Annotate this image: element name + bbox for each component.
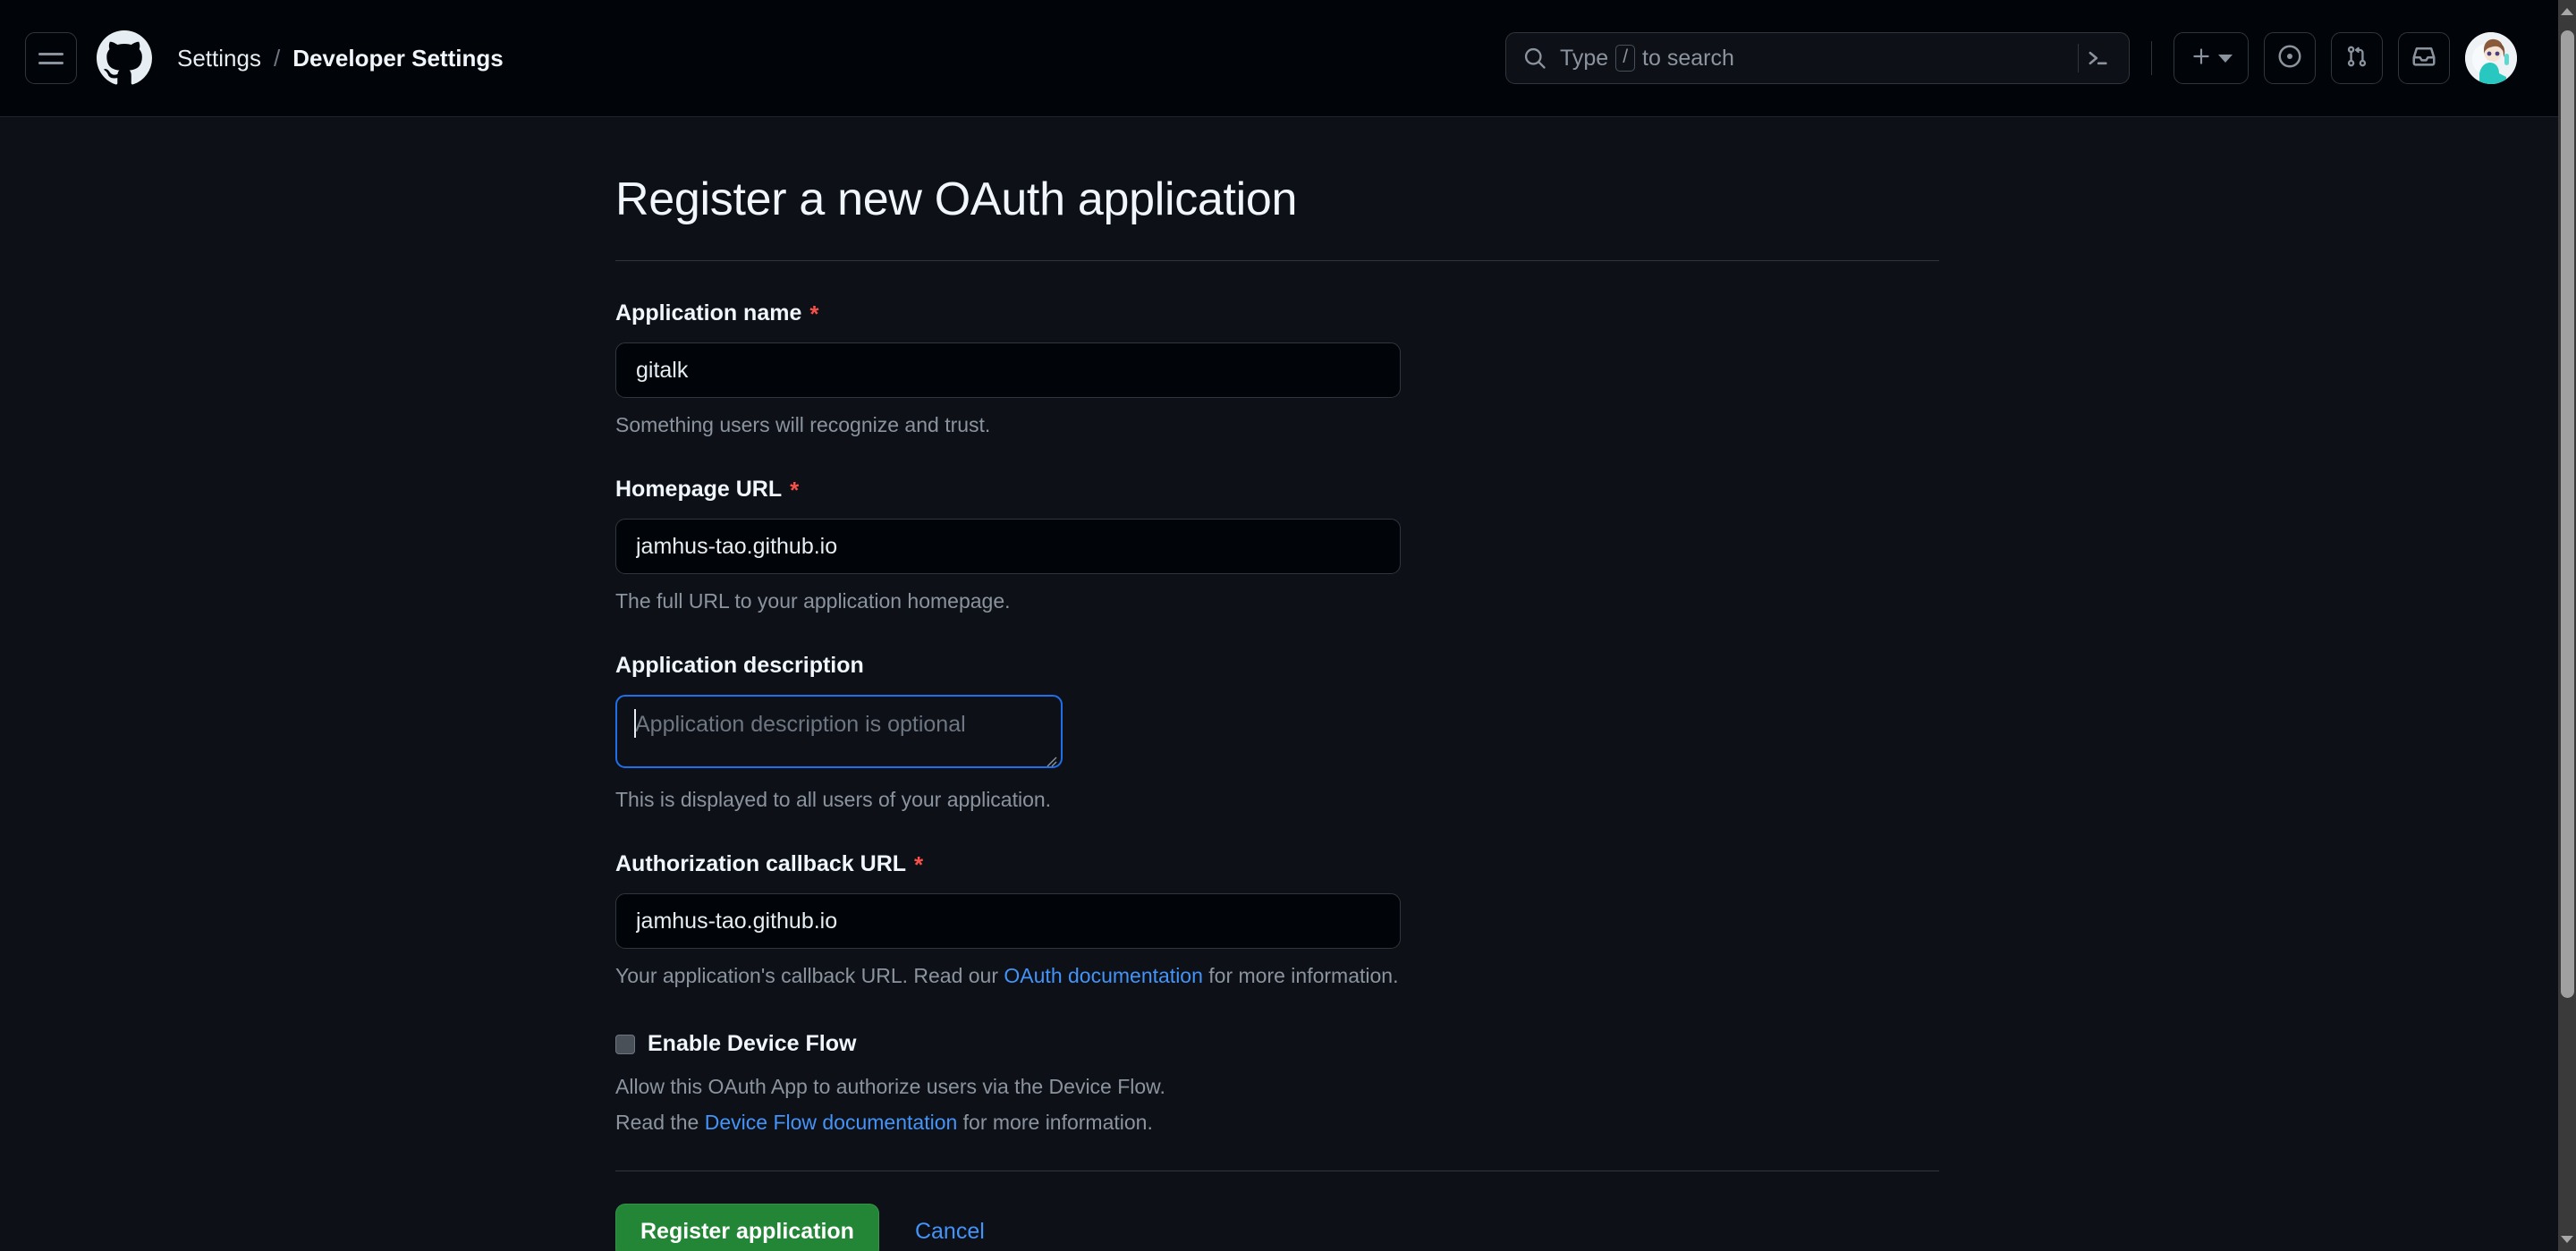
application-name-hint: Something users will recognize and trust… bbox=[615, 413, 991, 436]
callback-url-label-text: Authorization callback URL bbox=[615, 851, 907, 876]
application-name-label: Application name * bbox=[615, 300, 1939, 326]
form-container: Register a new OAuth application Applica… bbox=[615, 117, 1939, 1251]
homepage-url-hint: The full URL to your application homepag… bbox=[615, 589, 1011, 613]
application-description-hint: This is displayed to all users of your a… bbox=[615, 788, 1052, 811]
hamburger-menu-icon[interactable] bbox=[25, 32, 77, 84]
search-placeholder-prefix: Type bbox=[1560, 45, 1609, 71]
callback-url-label: Authorization callback URL * bbox=[615, 851, 1939, 877]
homepage-url-label: Homepage URL * bbox=[615, 477, 1939, 503]
breadcrumb-separator: / bbox=[273, 44, 281, 72]
header-divider bbox=[2151, 41, 2152, 75]
breadcrumb: Settings / Developer Settings bbox=[177, 45, 504, 72]
device-flow-hint-before: Read the bbox=[615, 1111, 705, 1134]
git-pull-request-icon bbox=[2344, 44, 2369, 73]
callback-url-hint-before: Your application's callback URL. Read ou… bbox=[615, 964, 1004, 987]
notifications-button[interactable] bbox=[2398, 32, 2450, 84]
homepage-url-input[interactable] bbox=[615, 519, 1401, 574]
application-description-wrapper bbox=[615, 695, 1063, 773]
global-header: Settings / Developer Settings Type / to … bbox=[0, 0, 2558, 117]
callback-url-hint: Your application's callback URL. Read ou… bbox=[615, 964, 1939, 988]
text-cursor bbox=[634, 709, 636, 738]
scroll-down-arrow-icon[interactable] bbox=[2558, 1230, 2576, 1248]
application-name-label-text: Application name bbox=[615, 300, 802, 325]
oauth-documentation-link[interactable]: OAuth documentation bbox=[1004, 964, 1202, 987]
field-application-name: Application name * Something users will … bbox=[615, 300, 1939, 437]
search-input[interactable]: Type / to search bbox=[1505, 32, 2130, 84]
avatar[interactable] bbox=[2465, 32, 2517, 84]
form-actions: Register application Cancel bbox=[615, 1204, 1939, 1251]
field-callback-url: Authorization callback URL * Your applic… bbox=[615, 851, 1939, 988]
cancel-link[interactable]: Cancel bbox=[906, 1219, 994, 1245]
issues-button[interactable] bbox=[2264, 32, 2316, 84]
header-right-group: Type / to search bbox=[1505, 32, 2558, 84]
command-palette-icon[interactable] bbox=[2079, 46, 2116, 71]
field-application-description: Application description This is displaye… bbox=[615, 653, 1939, 812]
page-title: Register a new OAuth application bbox=[615, 173, 1298, 225]
breadcrumb-current-page: Developer Settings bbox=[292, 44, 504, 72]
required-asterisk: * bbox=[790, 476, 800, 503]
device-flow-hint-after: for more information. bbox=[957, 1111, 1153, 1134]
homepage-url-label-text: Homepage URL bbox=[615, 477, 783, 502]
enable-device-flow-checkbox[interactable] bbox=[615, 1034, 635, 1054]
required-asterisk: * bbox=[914, 850, 924, 878]
issue-opened-icon bbox=[2276, 43, 2303, 74]
device-flow-documentation-link[interactable]: Device Flow documentation bbox=[705, 1111, 958, 1134]
device-flow-section: Enable Device Flow Allow this OAuth App … bbox=[615, 1031, 1939, 1135]
scrollbar-thumb[interactable] bbox=[2561, 30, 2574, 998]
user-avatar bbox=[2465, 32, 2517, 84]
github-logo-icon[interactable] bbox=[97, 30, 152, 86]
register-application-button[interactable]: Register application bbox=[615, 1204, 879, 1251]
search-icon bbox=[1522, 46, 1547, 71]
pull-requests-button[interactable] bbox=[2331, 32, 2383, 84]
enable-device-flow-row[interactable]: Enable Device Flow bbox=[615, 1031, 1939, 1057]
application-description-label-text: Application description bbox=[615, 653, 864, 678]
required-asterisk: * bbox=[809, 300, 819, 327]
application-description-textarea[interactable] bbox=[615, 695, 1063, 768]
enable-device-flow-label[interactable]: Enable Device Flow bbox=[648, 1031, 856, 1057]
search-placeholder-suffix: to search bbox=[1642, 45, 1734, 71]
callback-url-hint-after: for more information. bbox=[1202, 964, 1399, 987]
main-content: Register a new OAuth application Applica… bbox=[0, 117, 2558, 1251]
header-left-group: Settings / Developer Settings bbox=[0, 30, 504, 86]
application-description-label: Application description bbox=[615, 653, 1939, 679]
plus-icon bbox=[2190, 45, 2213, 72]
search-slash-key: / bbox=[1615, 45, 1636, 72]
callback-url-input[interactable] bbox=[615, 893, 1401, 949]
hamburger-bar bbox=[38, 61, 64, 64]
breadcrumb-settings-link[interactable]: Settings bbox=[177, 45, 261, 72]
scroll-up-arrow-icon[interactable] bbox=[2558, 3, 2576, 21]
hamburger-bar bbox=[38, 52, 64, 55]
title-divider bbox=[615, 260, 1939, 261]
chevron-down-icon bbox=[2218, 54, 2233, 63]
application-name-input[interactable] bbox=[615, 342, 1401, 398]
create-new-button[interactable] bbox=[2174, 32, 2249, 84]
page-scrollbar[interactable] bbox=[2558, 0, 2576, 1251]
search-placeholder: Type / to search bbox=[1560, 45, 1734, 72]
device-flow-hint-line-1: Allow this OAuth App to authorize users … bbox=[615, 1075, 1165, 1098]
device-flow-hint-line-2: Read the Device Flow documentation for m… bbox=[615, 1111, 1939, 1135]
field-homepage-url: Homepage URL * The full URL to your appl… bbox=[615, 477, 1939, 613]
inbox-icon bbox=[2411, 43, 2437, 74]
